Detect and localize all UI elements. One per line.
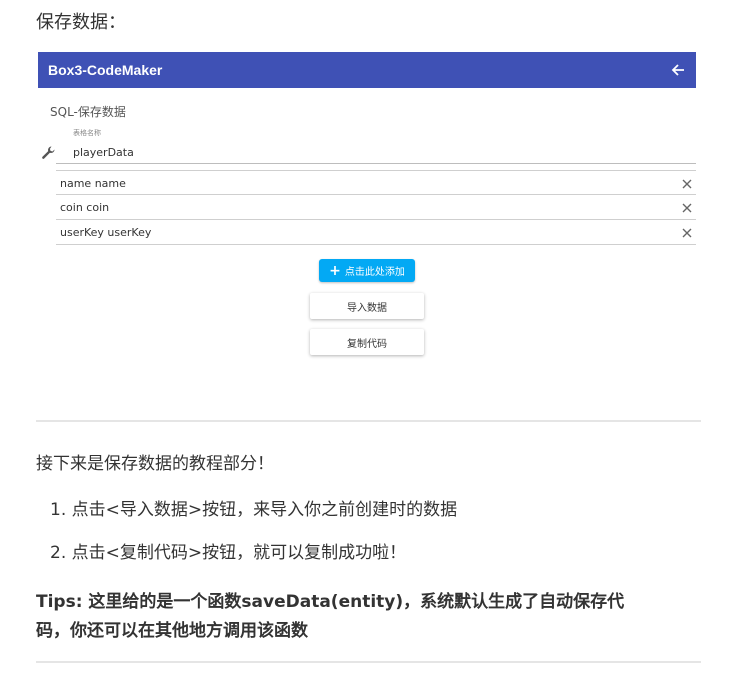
step-number: 1. <box>50 500 67 520</box>
field-label: userKey userKey <box>60 226 152 239</box>
wrench-icon <box>41 145 57 161</box>
plus-icon: + <box>329 262 341 279</box>
field-label: name name <box>60 177 126 190</box>
list-item: 1. 点击<导入数据>按钮，来导入你之前创建时的数据 <box>50 495 457 520</box>
list-item: 2. 点击<复制代码>按钮，就可以复制成功啦！ <box>50 538 406 563</box>
step-text: 点击<复制代码>按钮，就可以复制成功啦！ <box>71 543 407 563</box>
import-data-button[interactable]: 导入数据 <box>310 293 424 319</box>
close-icon[interactable] <box>680 225 694 239</box>
field-row: userKey userKey <box>56 220 696 245</box>
step-number: 2. <box>50 543 67 563</box>
copy-code-button[interactable]: 复制代码 <box>310 329 424 355</box>
field-label: coin coin <box>60 201 110 214</box>
close-icon[interactable] <box>680 176 694 190</box>
section-heading: 保存数据： <box>36 12 126 33</box>
tips-line: 码，你还可以在其他地方调用该函数 <box>36 621 308 641</box>
app-bar: Box3-CodeMaker <box>38 52 696 88</box>
table-name-label: 表格名称 <box>73 129 101 137</box>
tips-paragraph: Tips: 这里给的是一个函数saveData(entity)，系统默认生成了自… <box>36 588 701 646</box>
step-text: 点击<导入数据>按钮，来导入你之前创建时的数据 <box>71 500 458 520</box>
sql-section-title: SQL-保存数据 <box>50 105 126 119</box>
table-name-value: playerData <box>73 146 134 159</box>
app-title: Box3-CodeMaker <box>48 62 163 78</box>
table-name-input[interactable]: playerData <box>56 140 696 164</box>
steps-list: 1. 点击<导入数据>按钮，来导入你之前创建时的数据 <box>50 495 457 520</box>
steps-list: 2. 点击<复制代码>按钮，就可以复制成功啦！ <box>50 538 406 563</box>
tips-line: Tips: 这里给的是一个函数saveData(entity)，系统默认生成了自… <box>36 592 625 612</box>
divider <box>36 661 701 663</box>
close-icon[interactable] <box>680 200 694 214</box>
back-arrow-icon[interactable] <box>670 62 686 78</box>
add-field-button[interactable]: + 点击此处添加 <box>319 259 415 282</box>
field-row: coin coin <box>56 195 696 220</box>
add-field-label: 点击此处添加 <box>344 267 405 278</box>
field-row: name name <box>56 170 696 195</box>
app-screenshot: Box3-CodeMaker SQL-保存数据 表格名称 playerData … <box>38 52 696 382</box>
tutorial-intro: 接下来是保存数据的教程部分！ <box>36 454 274 474</box>
divider <box>36 420 701 422</box>
